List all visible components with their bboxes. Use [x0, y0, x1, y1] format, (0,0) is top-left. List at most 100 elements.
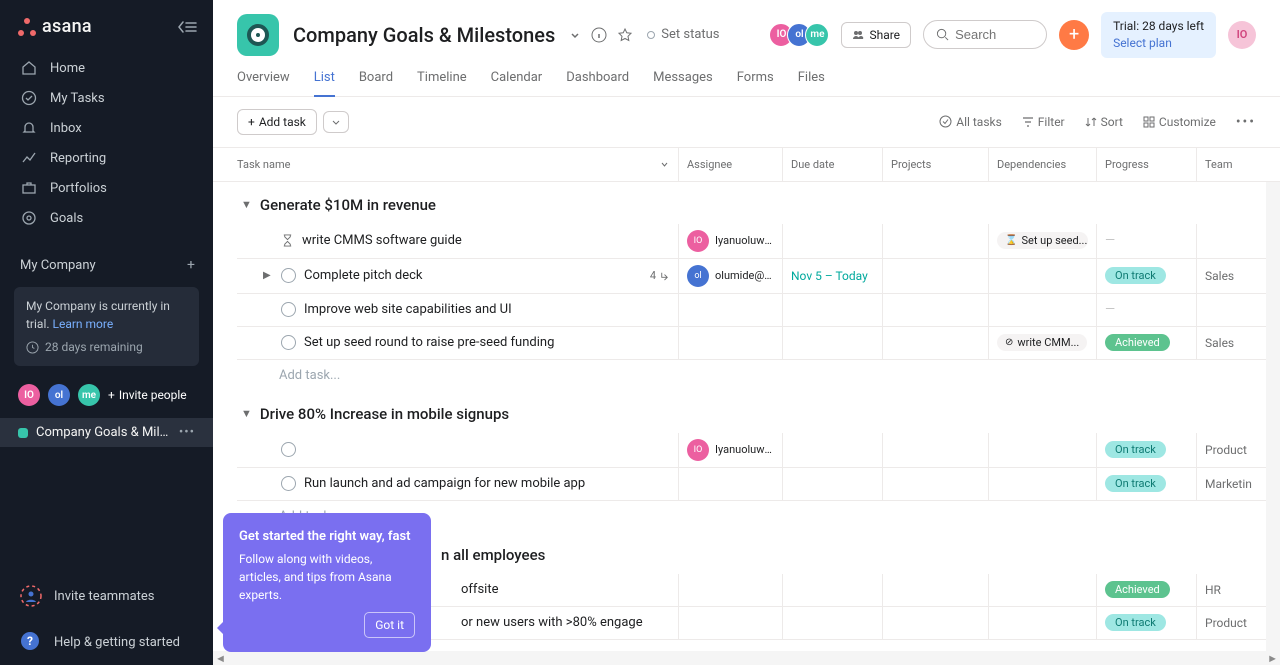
team-cell[interactable]: Marketin	[1197, 468, 1260, 500]
nav-mytasks[interactable]: My Tasks	[0, 83, 213, 113]
complete-checkbox[interactable]	[281, 476, 296, 491]
nav-goals[interactable]: Goals	[0, 203, 213, 233]
team-cell[interactable]: Sales	[1197, 327, 1252, 359]
complete-checkbox[interactable]	[281, 302, 296, 317]
col-assignee[interactable]: Assignee	[679, 148, 783, 181]
nav-inbox[interactable]: Inbox	[0, 113, 213, 143]
avatar[interactable]: me	[78, 384, 100, 406]
share-button[interactable]: Share	[841, 22, 911, 48]
task-row[interactable]: Run launch and ad campaign for new mobil…	[237, 468, 1280, 501]
more-icon[interactable]: •••	[179, 425, 195, 440]
tab-forms[interactable]: Forms	[737, 62, 774, 96]
nav-reporting[interactable]: Reporting	[0, 143, 213, 173]
project-members[interactable]: IO ol me	[775, 23, 829, 47]
task-row[interactable]: Improve web site capabilities and UI—	[237, 294, 1280, 327]
progress-pill[interactable]: On track	[1105, 441, 1166, 458]
global-add-button[interactable]: +	[1059, 20, 1089, 50]
complete-checkbox[interactable]	[281, 268, 296, 283]
progress-pill[interactable]: On track	[1105, 614, 1166, 631]
horizontal-scrollbar[interactable]: ◄►	[213, 651, 1280, 665]
logo[interactable]: asana	[18, 16, 92, 37]
due-date[interactable]: Nov 5 – Today	[791, 269, 868, 283]
vertical-scrollbar[interactable]	[1266, 182, 1280, 651]
col-duedate[interactable]: Due date	[783, 148, 883, 181]
search-input[interactable]	[923, 20, 1047, 49]
learn-more-link[interactable]: Learn more	[53, 317, 114, 331]
project-icon[interactable]	[237, 14, 279, 56]
add-task-button[interactable]: +Add task	[237, 109, 317, 135]
assignee-avatar[interactable]: IO	[687, 230, 709, 252]
progress-pill[interactable]: Achieved	[1105, 581, 1170, 598]
assignee-avatar[interactable]: IO	[687, 439, 709, 461]
team-cell[interactable]: Product	[1197, 433, 1255, 467]
add-task-inline[interactable]: Add task...	[237, 360, 1280, 391]
tab-dashboard[interactable]: Dashboard	[566, 62, 629, 96]
task-name[interactable]: Improve web site capabilities and UI	[304, 302, 670, 317]
help-link[interactable]: ? Help & getting started	[0, 619, 213, 665]
got-it-button[interactable]: Got it	[364, 612, 415, 638]
task-name[interactable]: or new users with >80% engage	[461, 615, 670, 630]
chevron-down-icon[interactable]	[569, 29, 581, 41]
progress-pill[interactable]: On track	[1105, 267, 1166, 284]
task-name[interactable]: Complete pitch deck	[304, 268, 638, 283]
expand-icon[interactable]: ▶	[263, 270, 273, 281]
set-status-button[interactable]: Set status	[647, 27, 719, 42]
star-icon[interactable]	[617, 27, 633, 43]
dependency-pill[interactable]: ⊘write CMM...	[997, 334, 1087, 351]
more-button[interactable]: •••	[1236, 114, 1256, 130]
col-taskname[interactable]: Task name	[237, 148, 679, 181]
col-progress[interactable]: Progress	[1097, 148, 1197, 181]
team-cell[interactable]: Sales	[1197, 259, 1252, 293]
profile-avatar[interactable]: IO	[1228, 21, 1256, 49]
sidebar-project-item[interactable]: Company Goals & Mile... •••	[0, 418, 213, 447]
invite-people-link[interactable]: +Invite people	[108, 388, 187, 402]
all-tasks-button[interactable]: All tasks	[939, 115, 1002, 129]
col-team[interactable]: Team	[1197, 148, 1252, 181]
avatar[interactable]: IO	[18, 384, 40, 406]
team-cell[interactable]: Product	[1197, 607, 1255, 639]
team-cell[interactable]	[1197, 224, 1252, 258]
team-cell[interactable]	[1197, 294, 1252, 326]
tab-overview[interactable]: Overview	[237, 62, 290, 96]
nav-portfolios[interactable]: Portfolios	[0, 173, 213, 203]
col-projects[interactable]: Projects	[883, 148, 989, 181]
tab-calendar[interactable]: Calendar	[491, 62, 543, 96]
task-name[interactable]: write CMMS software guide	[302, 233, 670, 248]
tab-board[interactable]: Board	[359, 62, 393, 96]
filter-button[interactable]: Filter	[1022, 115, 1065, 129]
tab-files[interactable]: Files	[798, 62, 825, 96]
nav-home[interactable]: Home	[0, 53, 213, 83]
task-row[interactable]: write CMMS software guideIOIyanuoluwa ..…	[237, 224, 1280, 259]
complete-checkbox[interactable]	[281, 335, 296, 350]
section-header[interactable]: ▼Generate $10M in revenue	[237, 182, 1280, 224]
add-project-icon[interactable]: +	[187, 257, 195, 273]
caret-icon[interactable]: ▼	[241, 407, 252, 420]
avatar[interactable]: ol	[48, 384, 70, 406]
task-row[interactable]: ▶Complete pitch deck4 ololumide@g...Nov …	[237, 259, 1280, 294]
tab-timeline[interactable]: Timeline	[417, 62, 467, 96]
customize-button[interactable]: Customize	[1143, 115, 1216, 129]
col-dependencies[interactable]: Dependencies	[989, 148, 1097, 181]
info-icon[interactable]	[591, 27, 607, 43]
project-title[interactable]: Company Goals & Milestones	[293, 23, 555, 47]
team-cell[interactable]: HR	[1197, 574, 1252, 606]
collapse-sidebar-button[interactable]	[177, 20, 197, 34]
task-row[interactable]: Set up seed round to raise pre-seed fund…	[237, 327, 1280, 360]
tab-list[interactable]: List	[314, 62, 335, 97]
assignee-avatar[interactable]: ol	[687, 265, 709, 287]
tab-messages[interactable]: Messages	[653, 62, 713, 96]
workspace-header[interactable]: My Company +	[0, 239, 213, 281]
dependency-pill[interactable]: ⌛Set up seed...	[997, 232, 1088, 249]
add-task-dropdown[interactable]	[323, 111, 349, 133]
section-header[interactable]: ▼Drive 80% Increase in mobile signups	[237, 391, 1280, 433]
task-row[interactable]: IOIyanuoluwa ...On trackProduct	[237, 433, 1280, 468]
task-name[interactable]: offsite	[461, 582, 670, 597]
chevron-down-icon[interactable]	[659, 159, 670, 170]
trial-banner[interactable]: Trial: 28 days left Select plan	[1101, 12, 1216, 58]
task-name[interactable]: Run launch and ad campaign for new mobil…	[304, 476, 670, 491]
progress-pill[interactable]: Achieved	[1105, 334, 1170, 351]
sort-button[interactable]: Sort	[1085, 115, 1123, 129]
task-name[interactable]: Set up seed round to raise pre-seed fund…	[304, 335, 670, 350]
progress-pill[interactable]: On track	[1105, 475, 1166, 492]
caret-icon[interactable]: ▼	[241, 198, 252, 211]
